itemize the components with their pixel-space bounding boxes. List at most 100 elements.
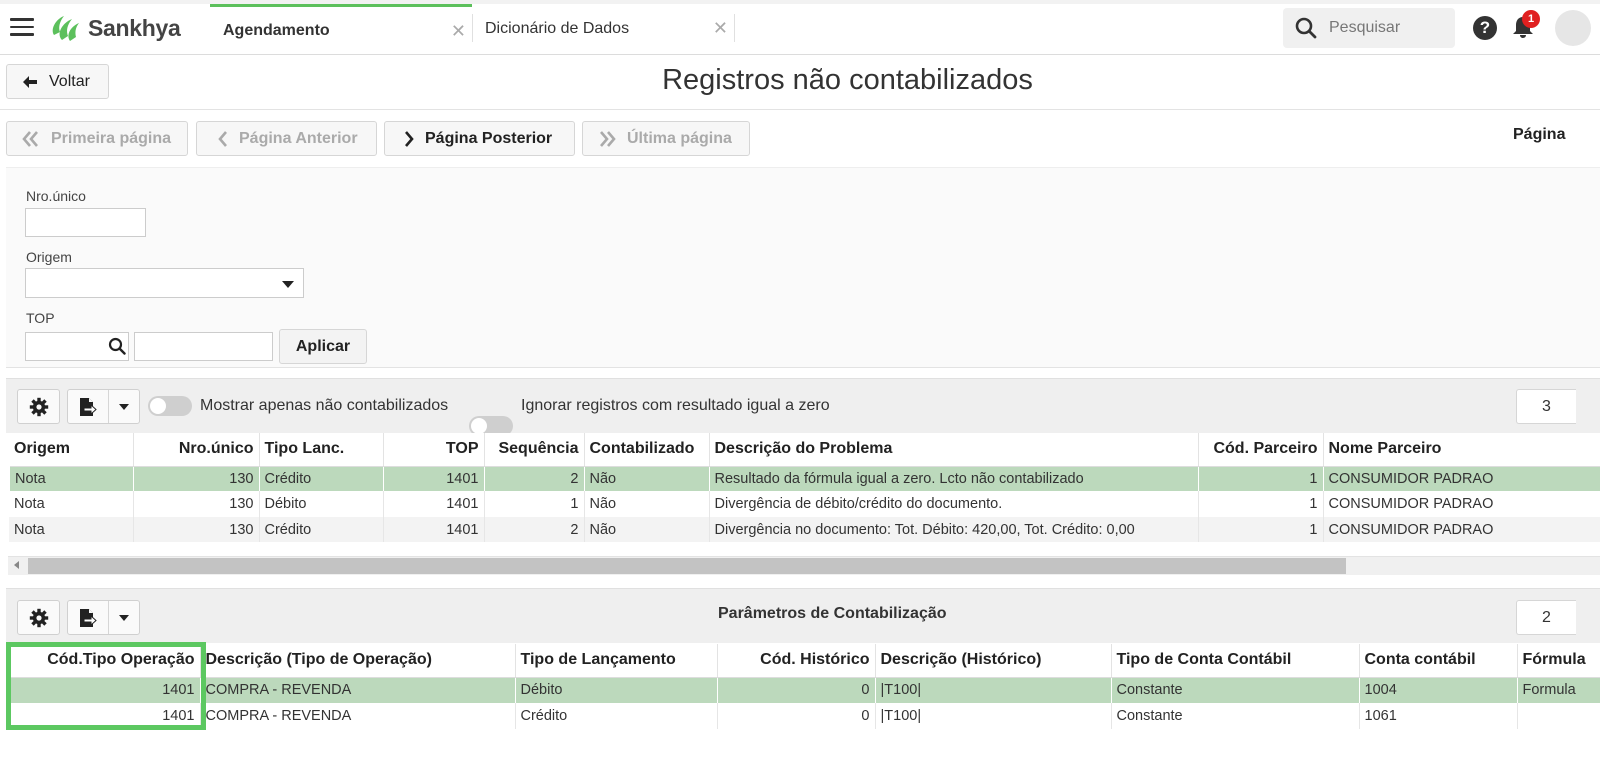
grid1-table: Origem Nro.único Tipo Lanc. TOP Sequênci… [8, 433, 1600, 542]
column-header-contabilizado[interactable]: Contabilizado [584, 433, 710, 467]
cell-tipo-lanc[interactable]: Crédito [259, 466, 384, 491]
cell-tipo-lancamento[interactable]: Crédito [515, 703, 718, 729]
first-page-button[interactable]: Primeira página [6, 121, 188, 156]
table-row[interactable]: 1401 COMPRA - REVENDA Crédito 0 |T100| C… [9, 703, 1600, 729]
previous-page-label: Página Anterior [239, 129, 358, 147]
grid2-export-button[interactable] [67, 600, 140, 635]
next-page-label: Página Posterior [425, 129, 553, 147]
cell-conta-contabil[interactable]: 1004 [1359, 677, 1518, 703]
cell-descricao-tipo-operacao[interactable]: COMPRA - REVENDA [200, 677, 516, 703]
last-page-label: Última página [627, 129, 732, 147]
cell-descricao-tipo-operacao[interactable]: COMPRA - REVENDA [200, 703, 516, 729]
column-header-nro-unico[interactable]: Nro.único [133, 433, 260, 467]
column-header-descricao-historico[interactable]: Descrição (Histórico) [875, 644, 1112, 678]
search-input[interactable] [1327, 18, 1447, 38]
search-box[interactable] [1283, 8, 1455, 48]
previous-page-button[interactable]: Página Anterior [196, 121, 377, 156]
toggle-only-unposted[interactable] [148, 396, 192, 416]
cell-conta-contabil[interactable]: 1061 [1359, 703, 1518, 729]
cell-descricao-problema[interactable]: Divergência no documento: Tot. Débito: 4… [709, 517, 1199, 542]
column-header-cod-historico[interactable]: Cód. Histórico [717, 644, 876, 678]
help-icon[interactable]: ? [1473, 16, 1497, 40]
cell-cod-parceiro[interactable]: 1 [1198, 517, 1324, 542]
column-header-tipo-lancamento[interactable]: Tipo de Lançamento [515, 644, 718, 678]
menu-icon[interactable] [10, 18, 34, 36]
column-header-nome-parceiro[interactable]: Nome Parceiro [1323, 433, 1600, 467]
cell-tipo-conta-contabil[interactable]: Constante [1111, 677, 1360, 703]
cell-sequencia[interactable]: 2 [484, 517, 585, 542]
next-page-button[interactable]: Página Posterior [384, 121, 575, 156]
column-header-cod-parceiro[interactable]: Cód. Parceiro [1198, 433, 1324, 467]
cell-nome-parceiro[interactable]: CONSUMIDOR PADRAO [1323, 466, 1600, 491]
column-header-origem[interactable]: Origem [9, 433, 134, 467]
column-header-top[interactable]: TOP [383, 433, 485, 467]
cell-sequencia[interactable]: 1 [484, 491, 585, 517]
grid1-settings-button[interactable] [17, 389, 60, 424]
cell-formula[interactable] [1517, 703, 1600, 729]
cell-sequencia[interactable]: 2 [484, 466, 585, 491]
column-header-tipo-conta-contabil[interactable]: Tipo de Conta Contábil [1111, 644, 1360, 678]
cell-contabilizado[interactable]: Não [584, 466, 710, 491]
column-header-formula[interactable]: Fórmula [1517, 644, 1600, 678]
cell-descricao-problema[interactable]: Resultado da fórmula igual a zero. Lcto … [709, 466, 1199, 491]
cell-top[interactable]: 1401 [383, 466, 485, 491]
export-dropdown[interactable] [109, 614, 139, 621]
page-indicator-label: Página [1513, 126, 1566, 143]
cell-nome-parceiro[interactable]: CONSUMIDOR PADRAO [1323, 491, 1600, 517]
last-page-button[interactable]: Última página [582, 121, 750, 156]
cell-nro-unico[interactable]: 130 [133, 517, 260, 542]
nro-unico-input[interactable] [25, 208, 146, 237]
export-icon [80, 397, 97, 416]
export-dropdown[interactable] [109, 403, 139, 410]
table-row[interactable]: 1401 COMPRA - REVENDA Débito 0 |T100| Co… [8, 677, 1600, 703]
cell-nome-parceiro[interactable]: CONSUMIDOR PADRAO [1323, 517, 1600, 542]
cell-descricao-historico[interactable]: |T100| [875, 677, 1112, 703]
cell-cod-parceiro[interactable]: 1 [1198, 466, 1324, 491]
column-header-tipo-lanc[interactable]: Tipo Lanc. [259, 433, 384, 467]
cell-nro-unico[interactable]: 130 [133, 466, 260, 491]
scrollbar-thumb[interactable] [28, 558, 1346, 574]
grid1-export-button[interactable] [67, 389, 140, 424]
cell-descricao-historico[interactable]: |T100| [875, 703, 1112, 729]
avatar[interactable] [1555, 10, 1591, 46]
column-header-conta-contabil[interactable]: Conta contábil [1359, 644, 1518, 678]
cell-cod-tipo-operacao[interactable]: 1401 [8, 677, 201, 703]
column-header-descricao-problema[interactable]: Descrição do Problema [709, 433, 1199, 467]
cell-nro-unico[interactable]: 130 [133, 491, 260, 517]
cell-top[interactable]: 1401 [383, 491, 485, 517]
column-header-sequencia[interactable]: Sequência [484, 433, 585, 467]
table-row[interactable]: Nota 130 Crédito 1401 2 Não Resultado da… [8, 466, 1600, 491]
column-header-cod-tipo-operacao[interactable]: Cód.Tipo Operação [9, 644, 201, 678]
close-icon[interactable]: ✕ [713, 18, 728, 39]
apply-button[interactable]: Aplicar [279, 329, 367, 364]
column-header-descricao-tipo-operacao[interactable]: Descrição (Tipo de Operação) [200, 644, 516, 678]
cell-top[interactable]: 1401 [383, 517, 485, 542]
cell-origem[interactable]: Nota [8, 466, 134, 491]
chevron-right-icon [405, 130, 414, 147]
cell-cod-tipo-operacao[interactable]: 1401 [9, 703, 201, 729]
cell-cod-historico[interactable]: 0 [717, 703, 876, 729]
cell-tipo-lanc[interactable]: Débito [259, 491, 384, 517]
close-icon[interactable]: ✕ [451, 21, 466, 42]
cell-cod-historico[interactable]: 0 [717, 677, 876, 703]
cell-tipo-lanc[interactable]: Crédito [259, 517, 384, 542]
cell-contabilizado[interactable]: Não [584, 491, 710, 517]
scroll-left-icon[interactable] [14, 561, 19, 569]
tab-dicionario-de-dados[interactable]: Dicionário de Dados ✕ [472, 4, 734, 54]
cell-contabilizado[interactable]: Não [584, 517, 710, 542]
cell-origem[interactable]: Nota [9, 491, 134, 517]
cell-cod-parceiro[interactable]: 1 [1198, 491, 1324, 517]
top-description-input[interactable] [134, 332, 273, 361]
tab-agendamento[interactable]: Agendamento ✕ [210, 4, 472, 54]
cell-tipo-lancamento[interactable]: Débito [515, 677, 718, 703]
search-icon[interactable] [108, 337, 126, 355]
table-row[interactable]: Nota 130 Crédito 1401 2 Não Divergência … [9, 517, 1600, 542]
cell-descricao-problema[interactable]: Divergência de débito/crédito do documen… [709, 491, 1199, 517]
origem-select[interactable] [25, 268, 304, 298]
cell-formula[interactable]: Formula [1517, 677, 1600, 703]
grid2-settings-button[interactable] [17, 600, 60, 635]
cell-origem[interactable]: Nota [9, 517, 134, 542]
toggle-ignore-zero-label: Ignorar registros com resultado igual a … [521, 397, 830, 414]
table-row[interactable]: Nota 130 Débito 1401 1 Não Divergência d… [9, 491, 1600, 517]
cell-tipo-conta-contabil[interactable]: Constante [1111, 703, 1360, 729]
